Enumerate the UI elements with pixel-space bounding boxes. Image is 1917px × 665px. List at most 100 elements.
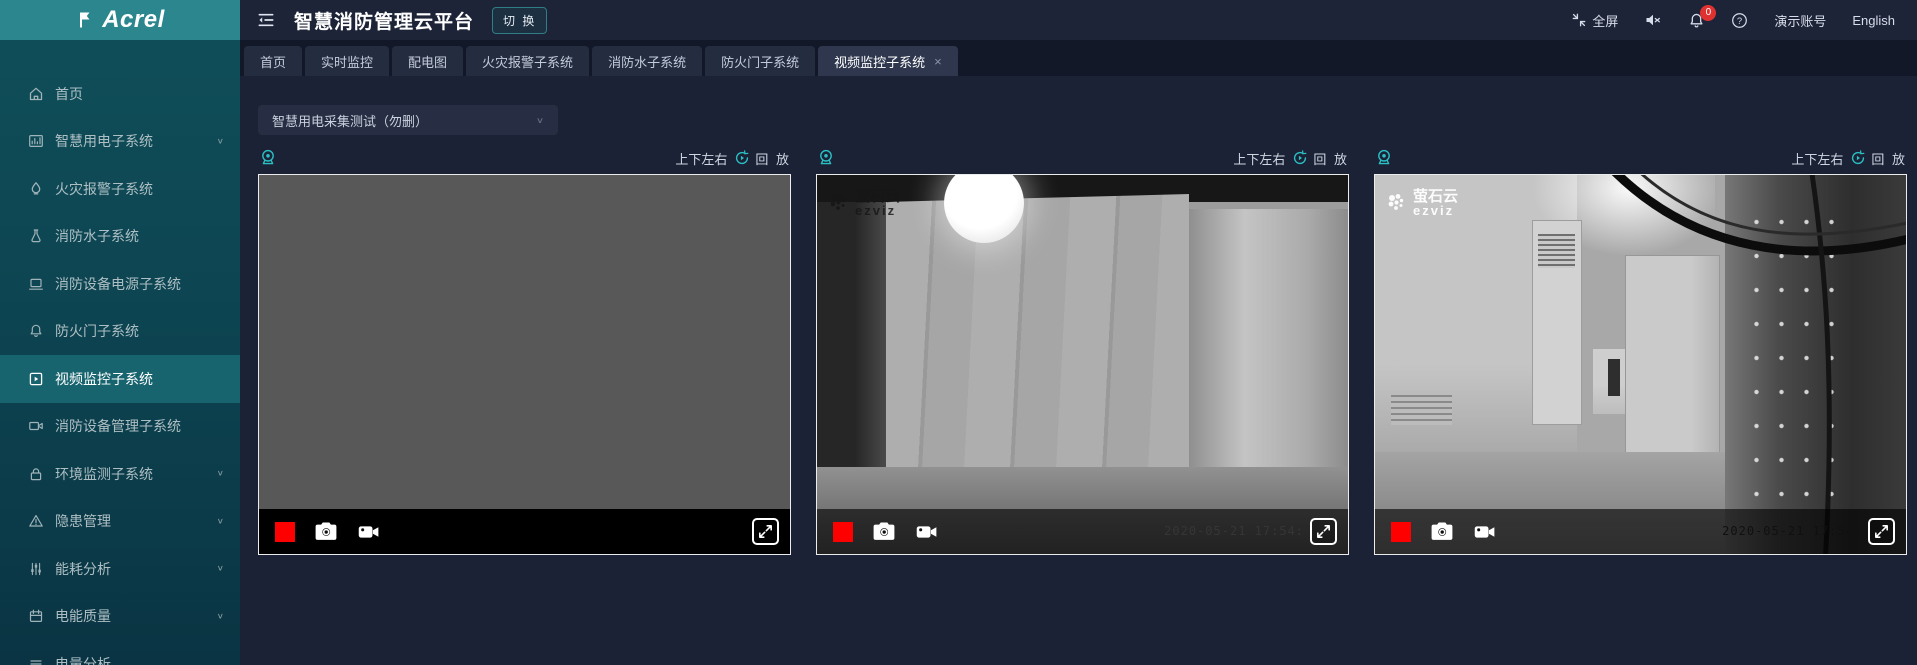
pan-control-label[interactable]: 上下左右: [675, 149, 727, 168]
account-menu[interactable]: 演示账号: [1774, 11, 1826, 30]
camera-header: 上下左右 回 放: [1374, 145, 1907, 171]
language-switch[interactable]: English: [1852, 13, 1895, 28]
sidebar-item-env-monitor[interactable]: 环境监测子系统 ∨: [0, 450, 240, 498]
sidebar-item-hazard-mgmt[interactable]: 隐患管理 ∨: [0, 498, 240, 546]
snapshot-button[interactable]: [313, 520, 339, 543]
snapshot-button[interactable]: [871, 520, 897, 543]
sidebar-item-fire-alarm[interactable]: 火灾报警子系统: [0, 165, 240, 213]
notifications-button[interactable]: 0: [1688, 12, 1705, 29]
project-select[interactable]: 智慧用电采集测试（勿删） ∨: [258, 105, 558, 135]
sidebar-item-label: 电能质量: [55, 606, 111, 626]
camera-cell-3: 上下左右 回 放 萤石云 ezviz 2020-05-21 17:54:: [1374, 145, 1907, 555]
fullscreen-button[interactable]: [752, 518, 779, 545]
replay-icon[interactable]: [1292, 150, 1308, 166]
record-button[interactable]: [275, 522, 295, 542]
watermark-cn: 萤石云: [855, 189, 900, 204]
help-button[interactable]: ?: [1731, 12, 1748, 29]
project-select-value: 智慧用电采集测试（勿删）: [272, 111, 428, 130]
tab-video-monitor[interactable]: 视频监控子系统 ×: [818, 46, 958, 76]
main-row: 首页 智慧用电子系统 ∨ 火灾报警子系统 消防水子系统 消防设备电源子系统 防火…: [0, 40, 1917, 665]
app-header: Acrel 智慧消防管理云平台 切 换 全屏 0 ?: [0, 0, 1917, 40]
record-button[interactable]: [1391, 522, 1411, 542]
sidebar-item-label: 环境监测子系统: [55, 464, 153, 484]
replay-icon[interactable]: [734, 150, 750, 166]
app-root: Acrel 智慧消防管理云平台 切 换 全屏 0 ?: [0, 0, 1917, 665]
ezviz-watermark: 萤石云 ezviz: [1385, 189, 1458, 217]
watermark-en: ezviz: [855, 204, 900, 217]
brand-name: Acrel: [102, 6, 165, 34]
sidebar-item-label: 火灾报警子系统: [55, 179, 153, 199]
tab-realtime[interactable]: 实时监控: [305, 46, 389, 76]
tab-fire-alarm[interactable]: 火灾报警子系统: [466, 46, 589, 76]
capture-video-button[interactable]: [915, 522, 939, 542]
sidebar-item-energy-analysis[interactable]: 能耗分析 ∨: [0, 545, 240, 593]
close-icon[interactable]: ×: [934, 55, 942, 68]
tab-bar: 首页 实时监控 配电图 火灾报警子系统 消防水子系统 防火门子系统 视频监控子系…: [240, 40, 1917, 76]
sidebar-item-label: 视频监控子系统: [55, 369, 153, 389]
video-panel: [258, 174, 791, 555]
watermark-cn: 萤石云: [1413, 189, 1458, 204]
capture-video-button[interactable]: [357, 522, 381, 542]
sidebar-item-fire-equipment-mgmt[interactable]: 消防设备管理子系统: [0, 403, 240, 451]
camera-header-controls: 上下左右 回 放: [1233, 149, 1349, 168]
doorbell-icon: [28, 323, 44, 339]
chevron-down-icon: ∨: [536, 115, 544, 125]
chart-icon: [28, 133, 44, 149]
sidebar: 首页 智慧用电子系统 ∨ 火灾报警子系统 消防水子系统 消防设备电源子系统 防火…: [0, 40, 240, 665]
ezviz-flower-icon: [1385, 191, 1409, 215]
camera-cell-2: 上下左右 回 放 萤石云 ezviz 2020-05-21 17:54:: [816, 145, 1349, 555]
tab-distribution[interactable]: 配电图: [392, 46, 463, 76]
notification-badge: 0: [1700, 5, 1716, 21]
sidebar-item-electricity-analysis[interactable]: 电量分析: [0, 640, 240, 665]
sidebar-item-label: 消防设备管理子系统: [55, 416, 181, 436]
sidebar-item-fire-water[interactable]: 消防水子系统: [0, 213, 240, 261]
tab-home[interactable]: 首页: [244, 46, 302, 76]
camera-header: 上下左右 回 放: [816, 145, 1349, 171]
video-controls: [259, 509, 790, 554]
switch-button[interactable]: 切 换: [492, 7, 547, 34]
tab-fire-water[interactable]: 消防水子系统: [592, 46, 702, 76]
sidebar-menu: 首页 智慧用电子系统 ∨ 火灾报警子系统 消防水子系统 消防设备电源子系统 防火…: [0, 40, 240, 665]
sidebar-item-label: 能耗分析: [55, 559, 111, 579]
video-frame: [259, 175, 790, 554]
video-frame: [817, 175, 1348, 554]
video-frame: [1375, 175, 1906, 554]
sidebar-item-label: 防火门子系统: [55, 321, 139, 341]
replay-icon[interactable]: [1850, 150, 1866, 166]
capture-video-button[interactable]: [1473, 522, 1497, 542]
fire-icon: [28, 181, 44, 197]
expand-icon: [757, 523, 774, 540]
video-panel: 萤石云 ezviz 2020-05-21 17:54:: [1374, 174, 1907, 555]
page-title: 智慧消防管理云平台: [294, 7, 474, 34]
sidebar-item-power-quality[interactable]: 电能质量 ∨: [0, 593, 240, 641]
chevron-down-icon: ∨: [217, 137, 224, 146]
sidebar-item-smart-power[interactable]: 智慧用电子系统 ∨: [0, 118, 240, 166]
menu-fold-icon[interactable]: [256, 10, 276, 30]
tab-fire-door[interactable]: 防火门子系统: [705, 46, 815, 76]
sidebar-item-fire-equipment-power[interactable]: 消防设备电源子系统: [0, 260, 240, 308]
fullscreen-button[interactable]: [1868, 518, 1895, 545]
ezviz-watermark: 萤石云 ezviz: [827, 189, 900, 217]
camera-header-controls: 上下左右 回 放: [675, 149, 791, 168]
speaker-muted-icon: [1644, 11, 1662, 29]
sidebar-item-label: 智慧用电子系统: [55, 131, 153, 151]
lines-icon: [28, 656, 44, 665]
question-icon: ?: [1731, 12, 1748, 29]
webcam-icon: [1374, 148, 1394, 168]
replay-label[interactable]: 回 放: [1313, 149, 1349, 168]
mute-button[interactable]: [1644, 11, 1662, 29]
sidebar-item-fire-door[interactable]: 防火门子系统: [0, 308, 240, 356]
sidebar-item-video-monitor[interactable]: 视频监控子系统: [0, 355, 240, 403]
pan-control-label[interactable]: 上下左右: [1233, 149, 1285, 168]
snapshot-button[interactable]: [1429, 520, 1455, 543]
sidebar-item-label: 消防水子系统: [55, 226, 139, 246]
pan-control-label[interactable]: 上下左右: [1791, 149, 1843, 168]
toolbar: 智慧用电采集测试（勿删） ∨: [258, 105, 1917, 135]
fullscreen-toggle[interactable]: 全屏: [1571, 11, 1618, 30]
sidebar-item-home[interactable]: 首页: [0, 70, 240, 118]
record-button[interactable]: [833, 522, 853, 542]
replay-label[interactable]: 回 放: [755, 149, 791, 168]
fullscreen-button[interactable]: [1310, 518, 1337, 545]
replay-label[interactable]: 回 放: [1871, 149, 1907, 168]
chevron-down-icon: ∨: [217, 517, 224, 526]
